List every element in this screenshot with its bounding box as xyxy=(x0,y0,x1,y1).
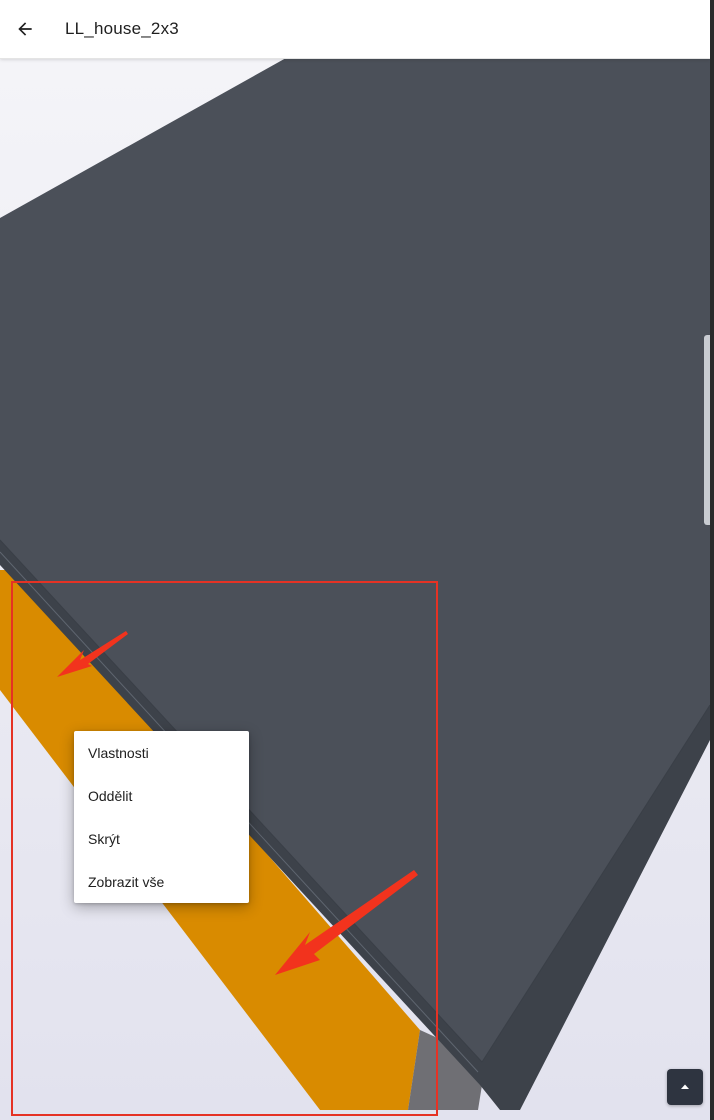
menu-item-properties[interactable]: Vlastnosti xyxy=(74,731,249,774)
app-bar: LL_house_2x3 xyxy=(0,0,710,59)
caret-up-icon xyxy=(681,1084,689,1089)
expand-panel-button[interactable] xyxy=(667,1069,703,1105)
model-scene xyxy=(0,58,710,1120)
menu-item-hide[interactable]: Skrýt xyxy=(74,817,249,860)
menu-item-isolate[interactable]: Oddělit xyxy=(74,774,249,817)
window-edge xyxy=(710,0,714,1120)
context-menu: Vlastnosti Oddělit Skrýt Zobrazit vše xyxy=(74,731,249,903)
3d-viewport[interactable] xyxy=(0,58,710,1120)
page-title: LL_house_2x3 xyxy=(65,19,179,38)
arrow-left-icon xyxy=(18,22,32,36)
menu-item-show-all[interactable]: Zobrazit vše xyxy=(74,860,249,903)
back-button[interactable] xyxy=(1,5,49,53)
